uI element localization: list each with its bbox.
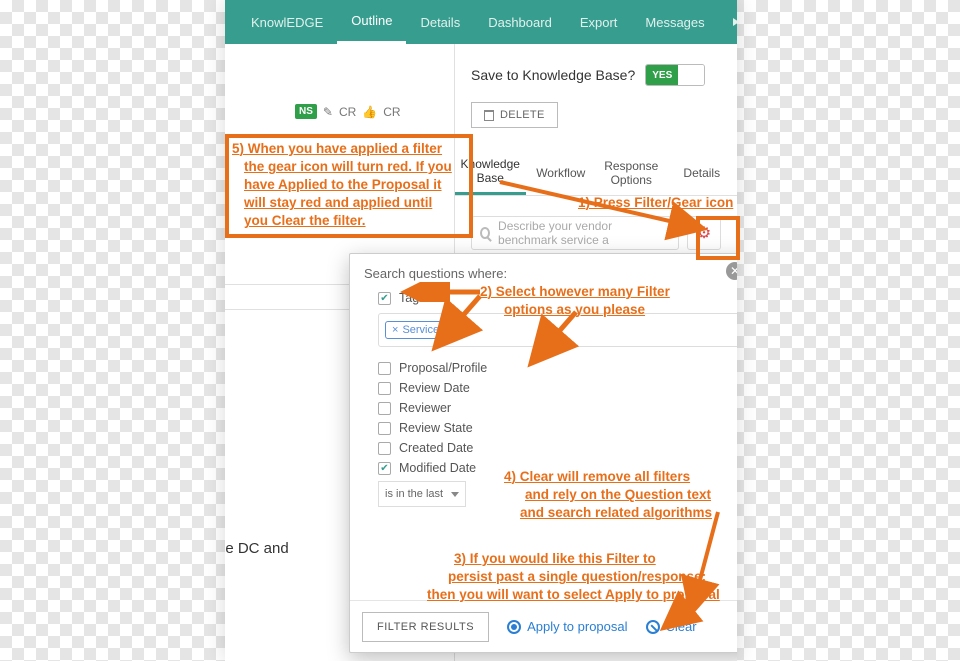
play-icon <box>733 18 737 26</box>
search-row: Describe your vendor benchmark service a… <box>471 216 721 250</box>
filter-label: Review Date <box>399 381 470 395</box>
tag-chip-services[interactable]: × Services <box>385 321 452 339</box>
checkbox-review-state[interactable] <box>378 422 391 435</box>
chevron-down-icon <box>451 492 459 497</box>
filter-label: Review State <box>399 421 473 435</box>
tab-response-options[interactable]: Response Options <box>596 150 667 195</box>
thumbs-up-icon[interactable]: 👍 <box>362 105 377 119</box>
filter-label: Modified Date <box>399 461 476 475</box>
anno-step4-l1: 4) Clear will remove all filters <box>504 468 690 486</box>
clear-label: Clear <box>666 619 697 634</box>
checkbox-review-date[interactable] <box>378 382 391 395</box>
apply-label: Apply to proposal <box>527 619 627 634</box>
anno-step1: 1) Press Filter/Gear icon <box>578 194 733 212</box>
checkbox-created-date[interactable] <box>378 442 391 455</box>
delete-button[interactable]: DELETE <box>471 102 558 128</box>
search-icon <box>480 227 490 239</box>
apply-toggle-icon <box>507 620 521 634</box>
nav-export[interactable]: Export <box>566 0 632 44</box>
anno-step5-l1: 5) When you have applied a filter <box>232 140 442 158</box>
nav-knowledge[interactable]: KnowlEDGE <box>237 0 337 44</box>
filter-label: Reviewer <box>399 401 451 415</box>
toggle-knob <box>678 65 704 85</box>
save-row: Save to Knowledge Base? YES <box>455 44 737 96</box>
clear-filters-link[interactable]: Clear <box>646 619 697 634</box>
cr-label-2: CR <box>383 105 400 119</box>
anno-step3-l3: then you will want to select Apply to pr… <box>427 586 720 604</box>
anno-step4-l3: and search related algorithms <box>520 504 712 522</box>
nav-details[interactable]: Details <box>406 0 474 44</box>
filter-results-button[interactable]: FILTER RESULTS <box>362 612 489 642</box>
anno-step5-l5: you Clear the filter. <box>244 212 366 230</box>
popover-footer: FILTER RESULTS Apply to proposal Clear <box>350 600 737 652</box>
anno-step5-l4: will stay red and applied until <box>244 194 432 212</box>
trash-icon <box>484 110 494 121</box>
anno-step2-l1: 2) Select however many Filter <box>480 283 670 301</box>
modified-date-operator[interactable]: is in the last <box>378 481 466 507</box>
filter-label: Created Date <box>399 441 473 455</box>
anno-step3-l1: 3) If you would like this Filter to <box>454 550 656 568</box>
popover-close-button[interactable]: ✕ <box>726 262 737 280</box>
pencil-icon[interactable]: ✎ <box>323 105 333 119</box>
top-navbar: KnowlEDGE Outline Details Dashboard Expo… <box>225 0 737 44</box>
callout-box-gear <box>696 216 740 260</box>
filter-row-reviewer[interactable]: Reviewer <box>378 401 737 415</box>
clear-icon <box>646 620 660 634</box>
filter-row-review-state[interactable]: Review State <box>378 421 737 435</box>
nav-dashboard[interactable]: Dashboard <box>474 0 566 44</box>
tag-remove-icon[interactable]: × <box>392 324 398 336</box>
search-placeholder: Describe your vendor benchmark service a <box>498 219 670 247</box>
checkbox-modified-date[interactable] <box>378 462 391 475</box>
checkbox-proposal[interactable] <box>378 362 391 375</box>
checkbox-tags[interactable] <box>378 292 391 305</box>
anno-step4-l2: and rely on the Question text <box>525 486 711 504</box>
filter-row-created-date[interactable]: Created Date <box>378 441 737 455</box>
status-badges: NS ✎ CR 👍 CR <box>295 104 401 119</box>
filter-row-review-date[interactable]: Review Date <box>378 381 737 395</box>
anno-step5-l3: have Applied to the Proposal it <box>244 176 442 194</box>
cr-label-1: CR <box>339 105 356 119</box>
anno-step3-l2: persist past a single question/response; <box>448 568 706 586</box>
search-input[interactable]: Describe your vendor benchmark service a <box>471 216 679 250</box>
filter-row-proposal[interactable]: Proposal/Profile <box>378 361 737 375</box>
delete-label: DELETE <box>500 109 545 121</box>
ns-badge: NS <box>295 104 317 119</box>
anno-step5-l2: the gear icon will turn red. If you <box>244 158 452 176</box>
tab-details[interactable]: Details <box>667 150 738 195</box>
apply-to-proposal-link[interactable]: Apply to proposal <box>507 619 627 634</box>
tab-workflow[interactable]: Workflow <box>526 150 597 195</box>
nav-tour[interactable]: Tour <box>719 0 737 44</box>
nav-messages[interactable]: Messages <box>631 0 718 44</box>
select-value: is in the last <box>385 488 443 500</box>
toggle-yes-label: YES <box>646 65 678 85</box>
clipped-body-text: he DC and <box>225 540 289 557</box>
save-label: Save to Knowledge Base? <box>471 67 635 83</box>
nav-outline[interactable]: Outline <box>337 0 406 44</box>
filter-label: Tags <box>399 291 425 305</box>
detail-tabs: Knowledge Base Workflow Response Options… <box>455 150 737 196</box>
save-toggle[interactable]: YES <box>645 64 705 86</box>
filter-label: Proposal/Profile <box>399 361 487 375</box>
checkbox-reviewer[interactable] <box>378 402 391 415</box>
tag-chip-label: Services <box>402 324 444 336</box>
popover-title: Search questions where: <box>364 266 737 281</box>
anno-step2-l2: options as you please <box>504 301 645 319</box>
